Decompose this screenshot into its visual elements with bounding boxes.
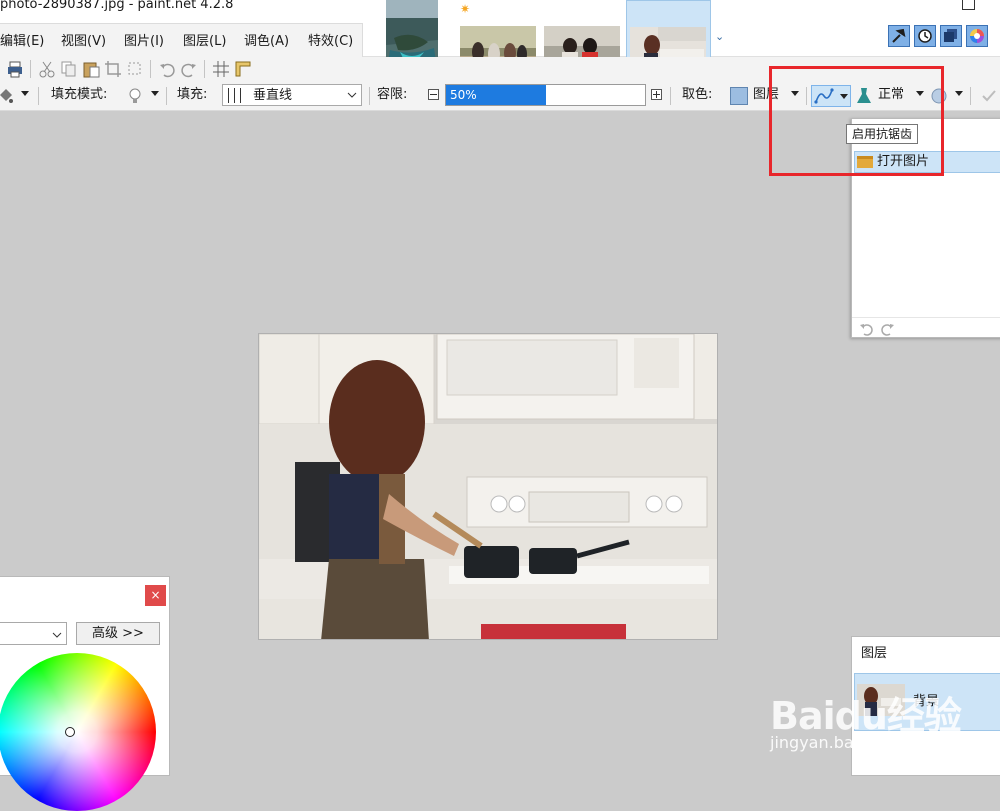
color-wheel[interactable] xyxy=(0,653,156,811)
toolbar-separator xyxy=(670,87,671,105)
fill-mode-dropdown-arrow[interactable] xyxy=(151,91,159,96)
canvas-image[interactable] xyxy=(258,333,718,640)
undo-icon[interactable] xyxy=(858,321,874,337)
ruler-icon[interactable] xyxy=(234,60,252,78)
advanced-button[interactable]: 高级 >> xyxy=(76,622,160,645)
tool-dropdown-arrow[interactable] xyxy=(21,91,29,96)
paint-bucket-icon[interactable] xyxy=(0,87,14,105)
cut-icon[interactable] xyxy=(38,60,56,78)
vertical-lines-pattern-icon xyxy=(228,88,246,103)
toolbar-separator xyxy=(970,87,971,105)
crop-icon[interactable] xyxy=(104,60,122,78)
close-button[interactable]: × xyxy=(145,585,166,606)
sampling-label: 取色: xyxy=(682,87,713,102)
colors-icon xyxy=(970,29,984,43)
layers-window-button[interactable] xyxy=(940,25,962,47)
tools-window-button[interactable] xyxy=(888,25,910,47)
undo-icon[interactable] xyxy=(158,60,176,78)
fill-pattern-dropdown[interactable]: 垂直线 xyxy=(222,84,362,106)
toolbar-separator xyxy=(166,87,167,105)
print-icon[interactable] xyxy=(6,60,24,78)
highlight-annotation-box xyxy=(769,66,944,176)
redo-icon[interactable] xyxy=(880,321,896,337)
fill-mode-label: 填充模式: xyxy=(51,87,108,102)
chevron-down-icon[interactable]: ⌄ xyxy=(715,30,724,43)
toolbar-separator xyxy=(30,60,31,78)
menu-edit[interactable]: 编辑(E) xyxy=(0,34,44,50)
menu-image[interactable]: 图片(I) xyxy=(124,34,164,50)
grid-icon[interactable] xyxy=(212,60,230,78)
menu-area: 编辑(E) 视图(V) 图片(I) 图层(L) 调色(A) 特效(C) xyxy=(0,23,363,58)
color-selector-dropdown[interactable] xyxy=(0,622,67,645)
deselect-icon[interactable] xyxy=(126,60,144,78)
selection-mode-dropdown-arrow[interactable] xyxy=(955,91,963,96)
toolbar-separator xyxy=(204,60,205,78)
color-wheel-cursor[interactable] xyxy=(65,727,75,737)
tolerance-slider[interactable]: 50% xyxy=(445,84,646,106)
window-title: photo-2890387.jpg - paint.net 4.2.8 xyxy=(0,0,234,12)
paste-icon[interactable] xyxy=(82,60,100,78)
tools-icon xyxy=(892,28,906,43)
kitchen-photo xyxy=(259,334,717,639)
history-icon xyxy=(918,29,932,43)
toolbar-separator xyxy=(38,87,39,105)
toolbar-separator xyxy=(150,60,151,78)
menu-effects[interactable]: 特效(C) xyxy=(308,34,353,50)
lightbulb-icon[interactable] xyxy=(126,87,144,105)
menu-view[interactable]: 视图(V) xyxy=(61,34,106,50)
history-window-button[interactable] xyxy=(914,25,936,47)
menu-adjustments[interactable]: 调色(A) xyxy=(244,34,289,50)
history-footer xyxy=(852,317,1000,339)
colors-window-button[interactable] xyxy=(966,25,988,47)
toolbar-separator xyxy=(369,87,370,105)
maximize-button[interactable] xyxy=(962,0,975,10)
checkmark-icon[interactable] xyxy=(980,87,998,105)
tolerance-decrease-button[interactable] xyxy=(428,89,439,100)
layers-panel-title: 图层 xyxy=(861,646,888,661)
colors-panel: × 高级 >> xyxy=(0,576,170,811)
chevron-down-icon xyxy=(347,92,357,98)
fill-label: 填充: xyxy=(177,87,208,102)
fill-pattern-value: 垂直线 xyxy=(253,88,293,103)
chevron-down-icon xyxy=(52,632,62,638)
tolerance-increase-button[interactable] xyxy=(651,89,662,100)
sampling-layer-icon[interactable] xyxy=(730,87,748,105)
redo-icon[interactable] xyxy=(180,60,198,78)
watermark-logo: Baidu经验 xyxy=(770,694,962,738)
watermark-url: jingyan.baidu.com xyxy=(770,733,918,752)
baidu-watermark: Baidu经验 jingyan.baidu.com xyxy=(770,685,990,765)
copy-icon[interactable] xyxy=(60,60,78,78)
layers-icon xyxy=(944,29,957,42)
menu-layers[interactable]: 图层(L) xyxy=(183,34,226,50)
tolerance-label: 容限: xyxy=(377,87,408,102)
tolerance-value: 50% xyxy=(450,88,477,102)
